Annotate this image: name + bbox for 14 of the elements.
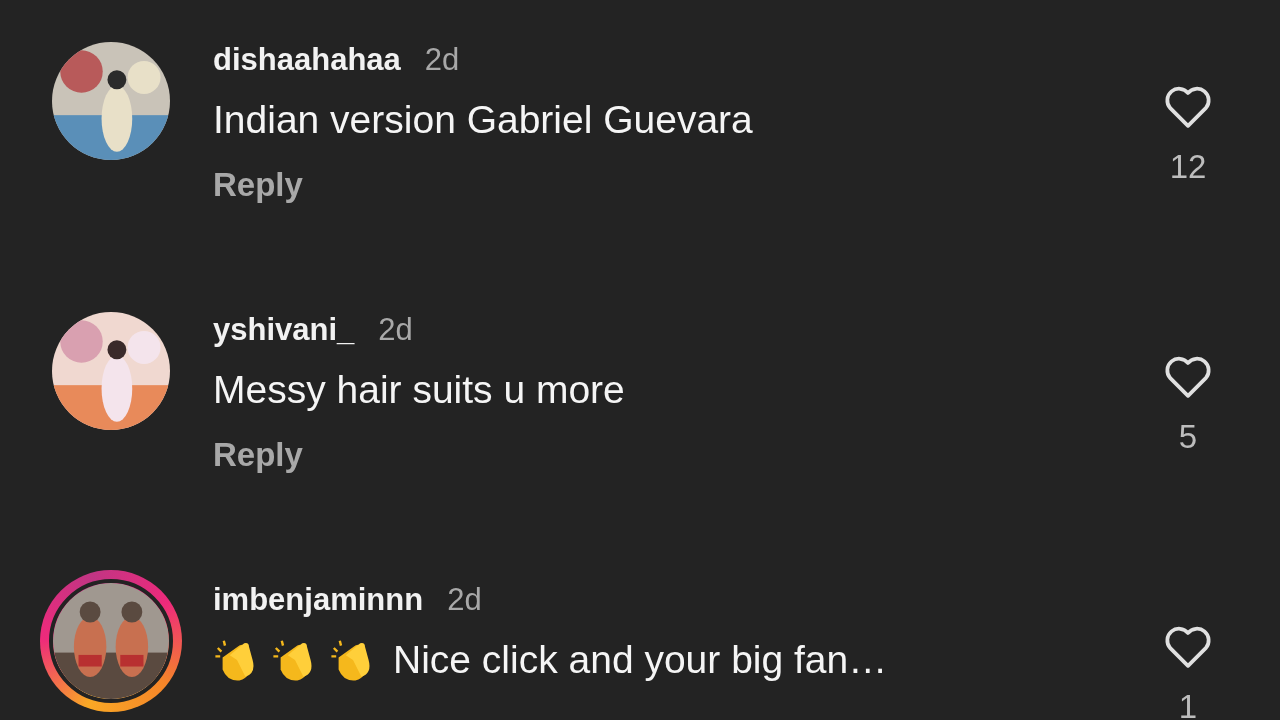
comment-text: Indian version Gabriel Guevara xyxy=(213,98,753,142)
reply-link[interactable]: Reply xyxy=(213,166,303,204)
comment-time: 2d xyxy=(424,42,460,78)
username[interactable]: dishaahahaa xyxy=(213,42,401,78)
comment-time: 2d xyxy=(447,582,482,618)
reply-link[interactable]: Reply xyxy=(213,436,303,474)
comment-text: Messy hair suits u more xyxy=(213,368,625,412)
like-count: 5 xyxy=(1178,418,1198,456)
username[interactable]: imbenjaminnn xyxy=(213,582,424,618)
comment-text: Nice click and your big fan… xyxy=(393,638,888,682)
username[interactable]: yshivani_ xyxy=(213,312,355,348)
like-count: 12 xyxy=(1169,148,1207,186)
comment-time: 2d xyxy=(378,312,413,348)
like-count: 1 xyxy=(1178,688,1198,720)
